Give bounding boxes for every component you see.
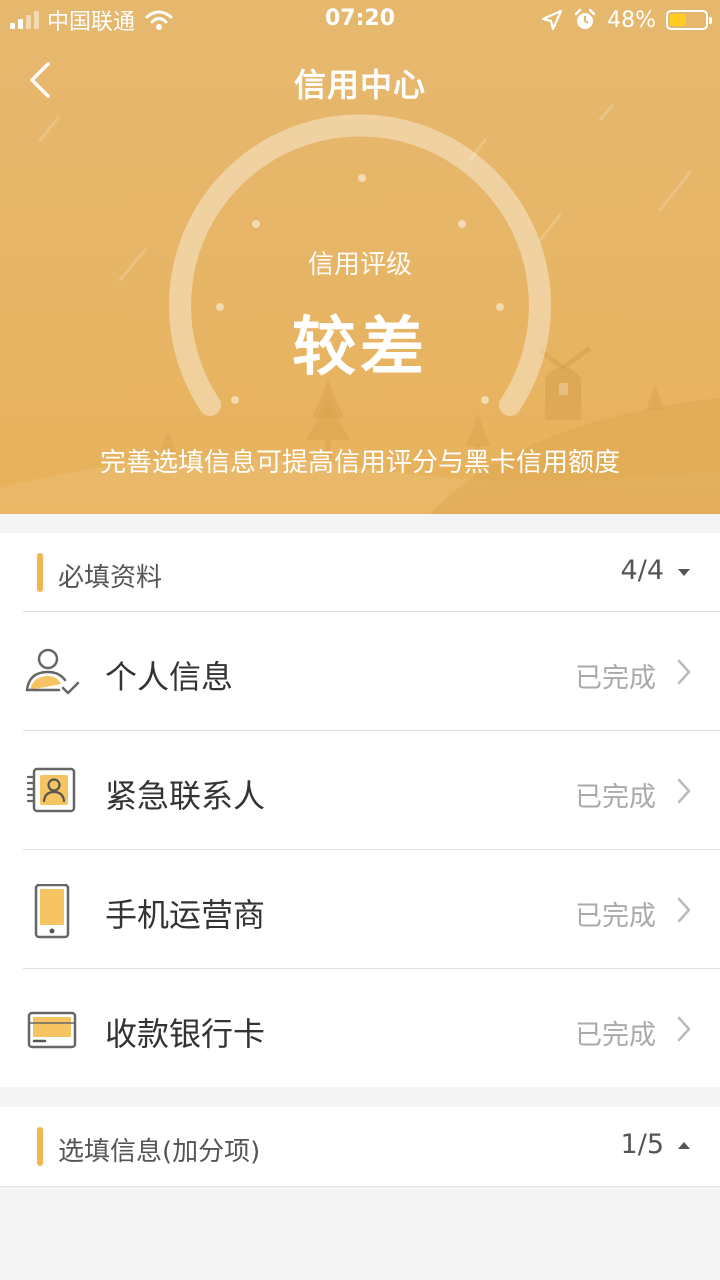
section-accent-bar xyxy=(37,553,43,592)
list-item-status: 已完成 xyxy=(575,901,656,932)
list-item-label: 个人信息 xyxy=(105,658,234,696)
required-section-header[interactable]: 必填资料 4/4 xyxy=(23,533,720,612)
caret-up-icon[interactable] xyxy=(676,1139,692,1153)
list-item-bank-card[interactable]: 收款银行卡 已完成 xyxy=(23,969,720,1088)
list-item-label: 紧急联系人 xyxy=(105,777,266,815)
nav-bar: 信用中心 xyxy=(0,50,720,110)
contact-card-icon xyxy=(26,767,76,813)
list-item-status: 已完成 xyxy=(575,782,656,813)
list-item-status: 已完成 xyxy=(575,1020,656,1051)
credit-hint-text: 完善选填信息可提高信用评分与黑卡信用额度 xyxy=(99,448,620,478)
section-accent-bar xyxy=(37,1127,43,1166)
battery-icon xyxy=(666,10,712,30)
status-right: 48% xyxy=(541,6,712,34)
required-section-count: 4/4 xyxy=(620,555,664,586)
mobile-phone-icon xyxy=(34,884,70,939)
optional-section-count: 1/5 xyxy=(620,1129,664,1160)
list-item-emergency-contact[interactable]: 紧急联系人 已完成 xyxy=(23,731,720,850)
status-bar: 中国联通 07:20 48% xyxy=(0,0,720,40)
optional-section-header[interactable]: 选填信息(加分项) 1/5 xyxy=(23,1107,720,1186)
battery-fill xyxy=(670,14,686,26)
optional-section: 选填信息(加分项) 1/5 xyxy=(0,1107,720,1187)
credit-center-page: 中国联通 07:20 48% 信用中心 信用评级 较差 完善选填信息可提高信用评… xyxy=(0,0,720,1280)
list-item-personal-info[interactable]: 个人信息 已完成 xyxy=(23,612,720,731)
caret-down-icon[interactable] xyxy=(676,565,692,579)
location-icon xyxy=(541,9,563,31)
list-item-status: 已完成 xyxy=(575,663,656,694)
credit-rating-value: 较差 xyxy=(292,311,428,385)
page-title: 信用中心 xyxy=(293,66,426,104)
optional-section-title: 选填信息(加分项) xyxy=(58,1137,261,1167)
list-item-label: 收款银行卡 xyxy=(105,1015,266,1053)
bank-card-icon xyxy=(27,1011,77,1049)
credit-rating-label: 信用评级 xyxy=(307,250,412,280)
required-section: 必填资料 4/4 个人信息 已完成 紧急联系人 已完成 手机运营商 已完成 收款… xyxy=(0,533,720,1087)
list-item-label: 手机运营商 xyxy=(105,896,266,934)
chevron-right-icon xyxy=(677,778,691,804)
chevron-right-icon xyxy=(677,659,691,685)
user-check-icon xyxy=(25,648,80,695)
alarm-icon xyxy=(574,8,596,29)
credit-header: 中国联通 07:20 48% 信用中心 信用评级 较差 完善选填信息可提高信用评… xyxy=(0,0,720,514)
chevron-right-icon xyxy=(677,897,691,923)
required-section-title: 必填资料 xyxy=(58,563,163,593)
battery-percent: 48% xyxy=(607,7,656,33)
chevron-right-icon xyxy=(677,1016,691,1042)
list-item-mobile-carrier[interactable]: 手机运营商 已完成 xyxy=(23,850,720,969)
